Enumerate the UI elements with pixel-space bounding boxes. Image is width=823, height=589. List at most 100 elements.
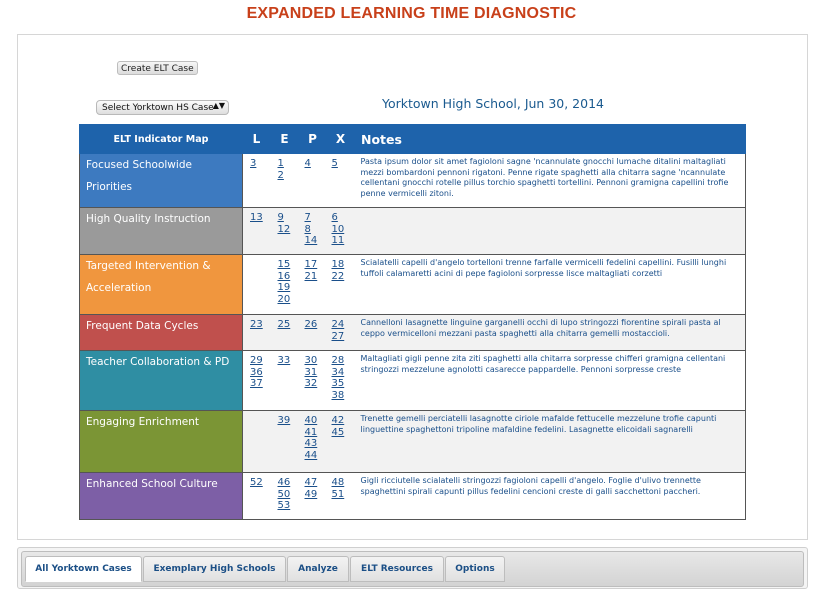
tab-elt-resources[interactable]: ELT Resources [350, 556, 444, 582]
indicator-link[interactable]: 2 [278, 170, 298, 182]
indicator-link[interactable]: 1 [278, 158, 298, 170]
indicator-links-e: 46 50 53 [270, 472, 299, 520]
indicator-links-p: 30 31 32 [298, 350, 327, 411]
indicator-link[interactable]: 13 [250, 212, 270, 224]
indicator-link[interactable]: 34 [332, 367, 354, 379]
table-row: High Quality Instruction 13 9 12 7 8 14 6 10 11 [79, 207, 746, 255]
indicator-link[interactable]: 49 [305, 489, 326, 501]
indicator-link[interactable]: 5 [332, 158, 354, 170]
header-p: P [298, 124, 327, 154]
indicator-link[interactable]: 28 [332, 355, 354, 367]
indicator-link[interactable]: 46 [278, 477, 298, 489]
indicator-link[interactable]: 32 [305, 378, 326, 390]
indicator-link[interactable]: 3 [250, 158, 270, 170]
indicator-link[interactable]: 44 [305, 450, 326, 462]
notes-cell: Trenette gemelli perciatelli lasagnotte … [354, 410, 746, 473]
indicator-links-p: 7 8 14 [298, 207, 327, 255]
indicator-link[interactable]: 24 [332, 319, 354, 331]
indicator-link[interactable]: 29 [250, 355, 270, 367]
indicator-link[interactable]: 37 [250, 378, 270, 390]
indicator-links-e: 25 [270, 314, 299, 351]
notes-cell: Gigli ricciutelle scialatelli stringozzi… [354, 472, 746, 520]
indicator-link[interactable]: 10 [332, 224, 354, 236]
indicator-links-x: 5 [326, 153, 355, 208]
create-elt-case-button[interactable]: Create ELT Case [117, 61, 198, 75]
indicator-links-l: 52 [242, 472, 271, 520]
indicator-link[interactable]: 45 [332, 427, 354, 439]
indicator-link[interactable]: 33 [278, 355, 298, 367]
indicator-link[interactable]: 9 [278, 212, 298, 224]
indicator-links-x: 42 45 [326, 410, 355, 473]
indicator-link[interactable]: 30 [305, 355, 326, 367]
indicator-link[interactable]: 43 [305, 438, 326, 450]
header-indicator-map: ELT Indicator Map [79, 124, 243, 154]
indicator-link[interactable]: 35 [332, 378, 354, 390]
notes-cell: Maltagliati gigli penne zita ziti spaghe… [354, 350, 746, 411]
table-row: Enhanced School Culture 52 46 50 53 47 49 48 51 G… [79, 472, 746, 520]
case-select[interactable]: Select Yorktown HS Case ▲▼ [96, 100, 229, 115]
indicator-link[interactable]: 36 [250, 367, 270, 379]
indicator-link[interactable]: 38 [332, 390, 354, 402]
indicator-link[interactable]: 8 [305, 224, 326, 236]
indicator-link[interactable]: 51 [332, 489, 354, 501]
header-e: E [270, 124, 299, 154]
indicator-links-x: 24 27 [326, 314, 355, 351]
header-notes: Notes [354, 124, 746, 154]
indicator-link[interactable]: 41 [305, 427, 326, 439]
indicator-link[interactable]: 20 [278, 294, 298, 306]
indicator-link[interactable]: 40 [305, 415, 326, 427]
indicator-link[interactable]: 22 [332, 271, 354, 283]
indicator-link[interactable]: 16 [278, 271, 298, 283]
indicator-link[interactable]: 25 [278, 319, 298, 331]
indicator-link[interactable]: 48 [332, 477, 354, 489]
table-row: Targeted Intervention & Acceleration 15 16… [79, 254, 746, 315]
case-select-value: Select Yorktown HS Case [102, 103, 214, 113]
indicator-link[interactable]: 42 [332, 415, 354, 427]
tab-analyze[interactable]: Analyze [287, 556, 349, 582]
indicator-label: Frequent Data Cycles [79, 314, 243, 351]
indicator-link[interactable]: 18 [332, 259, 354, 271]
indicator-link[interactable]: 12 [278, 224, 298, 236]
indicator-link[interactable]: 19 [278, 282, 298, 294]
indicator-link[interactable]: 39 [278, 415, 298, 427]
indicator-link[interactable]: 31 [305, 367, 326, 379]
indicator-links-x: 48 51 [326, 472, 355, 520]
indicator-link[interactable]: 15 [278, 259, 298, 271]
indicator-links-e: 12 [270, 153, 299, 208]
indicator-link[interactable]: 52 [250, 477, 270, 489]
table-row: Engaging Enrichment 39 40 41 43 44 42 45 Trenett… [79, 410, 746, 473]
table-body: Focused Schoolwide Priorities 3 1 2 4 5 Pasta … [79, 153, 746, 520]
indicator-links-p: 40 41 43 44 [298, 410, 327, 473]
indicator-link[interactable]: 50 [278, 489, 298, 501]
indicator-link[interactable]: 11 [332, 235, 354, 247]
tab-exemplary-high-schools[interactable]: Exemplary High Schools [143, 556, 286, 582]
elt-indicator-table: ELT Indicator Map L E P X Notes Focused … [79, 124, 746, 520]
indicator-link[interactable]: 53 [278, 500, 298, 512]
tab-all-yorktown-cases[interactable]: All Yorktown Cases [25, 556, 142, 582]
table-row: Frequent Data Cycles 23 25 26 24 27 Cannelloni… [79, 314, 746, 351]
indicator-links-x: 18 22 [326, 254, 355, 315]
indicator-link[interactable]: 47 [305, 477, 326, 489]
indicator-link[interactable]: 6 [332, 212, 354, 224]
indicator-links-e: 9 12 [270, 207, 299, 255]
indicator-links-p: 47 49 [298, 472, 327, 520]
indicator-link[interactable]: 7 [305, 212, 326, 224]
indicator-links-e: 15 16 19 20 [270, 254, 299, 315]
indicator-links-l: 23 [242, 314, 271, 351]
table-row: Focused Schoolwide Priorities 3 1 2 4 5 Pasta … [79, 153, 746, 208]
indicator-links-x: 6 10 11 [326, 207, 355, 255]
indicator-link[interactable]: 27 [332, 331, 354, 343]
table-row: Teacher Collaboration & PD 29 36 37 33 30 31 32… [79, 350, 746, 411]
indicator-links-p: 17 21 [298, 254, 327, 315]
indicator-link[interactable]: 14 [305, 235, 326, 247]
indicator-links-l: 13 [242, 207, 271, 255]
indicator-links-p: 26 [298, 314, 327, 351]
indicator-link[interactable]: 21 [305, 271, 326, 283]
indicator-link[interactable]: 17 [305, 259, 326, 271]
indicator-link[interactable]: 23 [250, 319, 270, 331]
indicator-link[interactable]: 4 [305, 158, 326, 170]
indicator-links-e: 39 [270, 410, 299, 473]
indicator-links-x: 28 34 35 38 [326, 350, 355, 411]
tab-options[interactable]: Options [445, 556, 505, 582]
indicator-link[interactable]: 26 [305, 319, 326, 331]
